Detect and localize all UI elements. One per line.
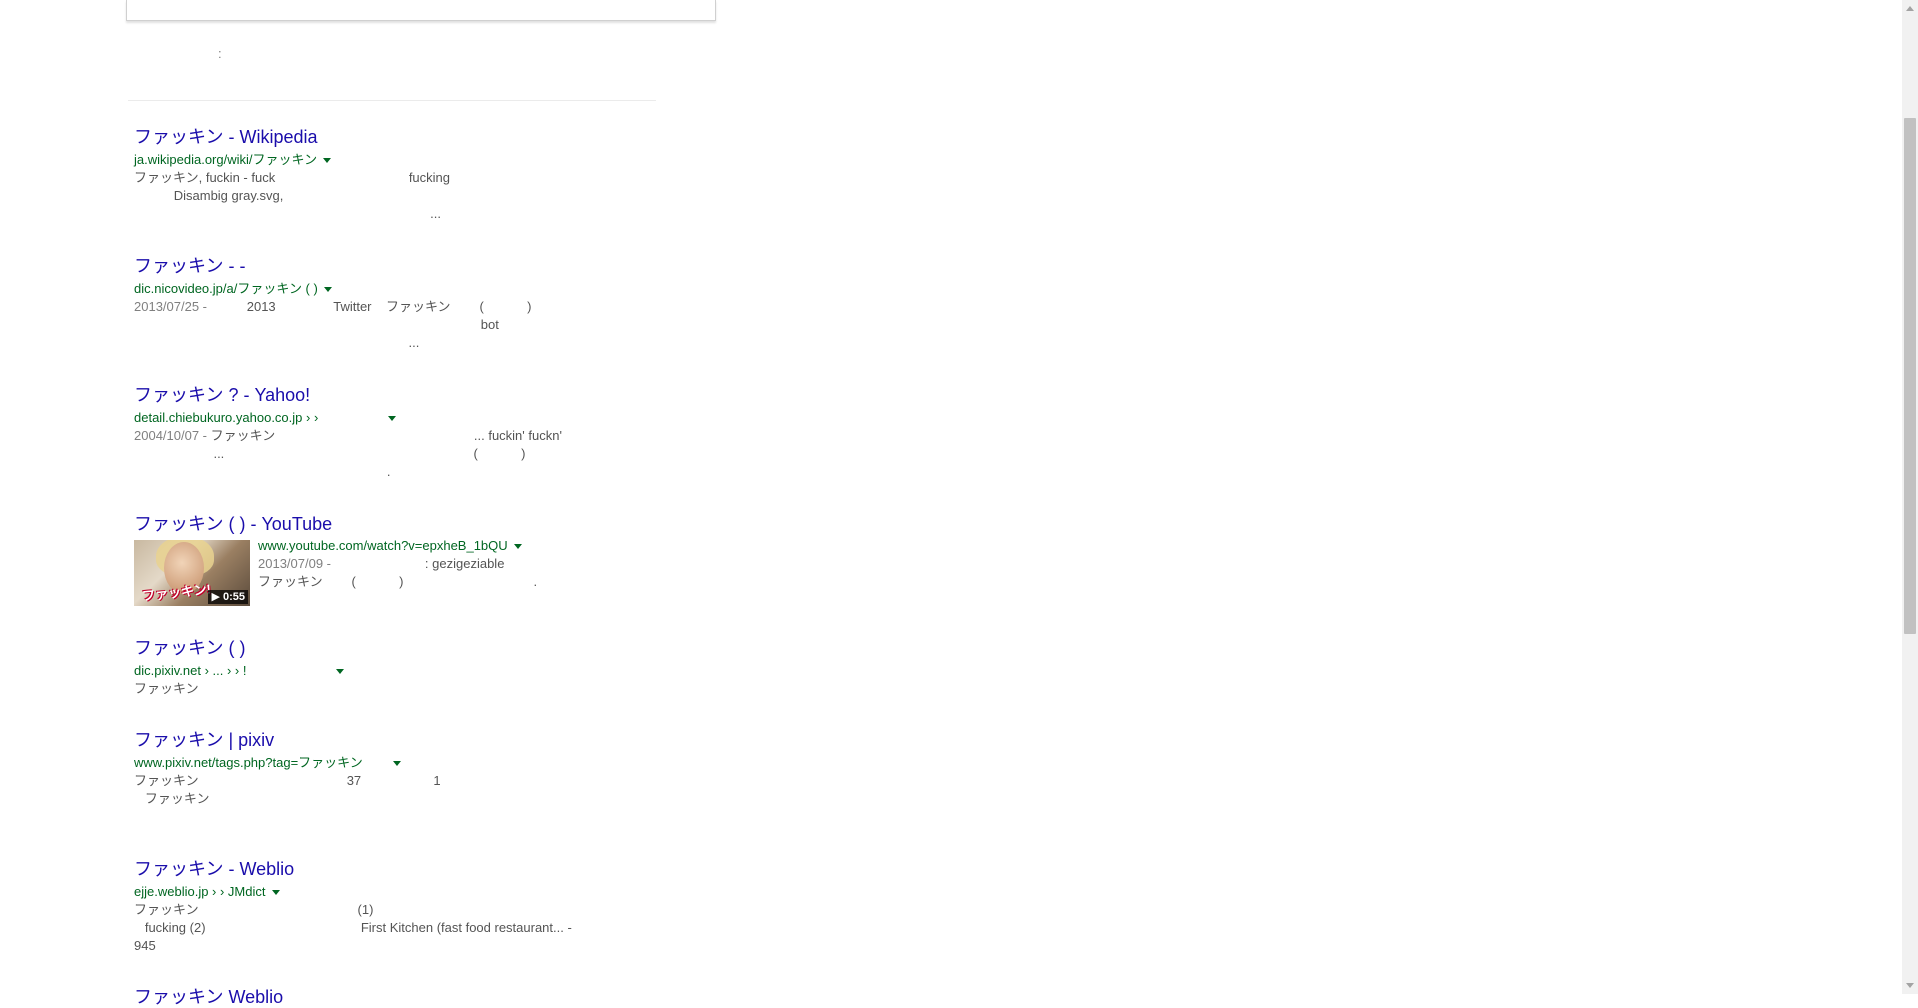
search-result: ファッキン - Weblio ejje.weblio.jp › › JMdict…: [134, 858, 654, 955]
search-result-video: ファッキン ( ) - YouTube ファッキン! ▶ 0:55 www.yo…: [134, 513, 654, 606]
result-snippet-line: ファッキン, fuckin - fuck fucking: [134, 170, 451, 185]
result-url: www.youtube.com/watch?v=epxheB_1bQU: [258, 537, 537, 555]
result-snippet-text: 2013 Twitter ファッキン ( ): [210, 299, 532, 314]
dropdown-arrow-icon[interactable]: [388, 416, 397, 422]
result-title-link[interactable]: ファッキン - Weblio: [134, 858, 654, 880]
result-url-text: dic.pixiv.net › ... › › !: [134, 663, 247, 678]
result-url-text: ejje.weblio.jp › › JMdict: [134, 884, 266, 899]
result-snippet-line: 2004/10/07 - ファッキン ... fuckin' fuckn': [134, 427, 654, 445]
dropdown-arrow-icon[interactable]: [513, 544, 522, 550]
result-title-link[interactable]: ファッキン Weblio: [134, 986, 654, 1008]
result-date: 2013/07/09 -: [258, 556, 335, 571]
result-snippet-line: ファッキン: [134, 681, 199, 696]
video-duration: ▶ 0:55: [208, 590, 248, 604]
result-url: dic.nicovideo.jp/a/ファッキン ( ): [134, 280, 654, 298]
search-result: ファッキン Weblio: [134, 986, 654, 1008]
result-snippet-line: .: [134, 464, 391, 479]
result-url: ja.wikipedia.org/wiki/ファッキン: [134, 151, 654, 169]
results-divider: [128, 100, 656, 101]
search-box-panel[interactable]: [126, 0, 716, 21]
result-url-text: www.youtube.com/watch?v=epxheB_1bQU: [258, 538, 508, 553]
search-result: ファッキン - - dic.nicovideo.jp/a/ファッキン ( ) 2…: [134, 255, 654, 352]
scrollbar-thumb[interactable]: [1904, 118, 1916, 634]
video-result-body: ファッキン! ▶ 0:55 www.youtube.com/watch?v=ep…: [134, 537, 654, 606]
search-result: ファッキン ( ) dic.pixiv.net › ... › › ! ファッキ…: [134, 637, 654, 698]
dropdown-arrow-icon[interactable]: [323, 287, 332, 293]
result-snippet-text: ファッキン ... fuckin' fuckn': [210, 428, 562, 443]
scroll-up-arrow-icon[interactable]: [1906, 6, 1914, 11]
scroll-down-arrow-icon[interactable]: [1906, 983, 1914, 988]
result-snippet-line: ... ( ): [134, 446, 526, 461]
result-snippet-line: 2013/07/09 - : gezigeziable: [258, 555, 537, 573]
result-snippet-line: ファッキン 37 1: [134, 773, 441, 788]
video-info: www.youtube.com/watch?v=epxheB_1bQU 2013…: [258, 537, 537, 606]
result-url: www.pixiv.net/tags.php?tag=ファッキン: [134, 754, 654, 772]
dropdown-arrow-icon[interactable]: [323, 158, 332, 164]
result-title-link[interactable]: ファッキン | pixiv: [134, 729, 654, 751]
thumbnail-caption: ファッキン!: [141, 581, 212, 604]
result-snippet-line: 945: [134, 938, 156, 953]
result-url-text: detail.chiebukuro.yahoo.co.jp › ›: [134, 410, 319, 425]
dropdown-arrow-icon[interactable]: [336, 669, 345, 675]
search-result: ファッキン ? - Yahoo! detail.chiebukuro.yahoo…: [134, 384, 654, 481]
result-date: 2013/07/25 -: [134, 299, 211, 314]
result-title-link[interactable]: ファッキン - -: [134, 255, 654, 277]
result-snippet-line: bot: [134, 317, 499, 332]
result-snippet-line: ...: [134, 335, 420, 350]
result-snippet-line: fucking (2) First Kitchen (fast food res…: [134, 920, 572, 935]
result-snippet-line: Disambig gray.svg,: [134, 188, 284, 203]
search-result: ファッキン - Wikipedia ja.wikipedia.org/wiki/…: [134, 126, 654, 223]
result-title-link[interactable]: ファッキン ( ) - YouTube: [134, 513, 654, 535]
result-snippet-text: : gezigeziable: [334, 556, 505, 571]
result-snippet-line: ファッキン: [134, 791, 210, 806]
video-thumbnail[interactable]: ファッキン! ▶ 0:55: [134, 540, 250, 606]
result-title-link[interactable]: ファッキン ? - Yahoo!: [134, 384, 654, 406]
result-url: ejje.weblio.jp › › JMdict: [134, 883, 654, 901]
vertical-scrollbar[interactable]: [1902, 0, 1918, 994]
result-title-link[interactable]: ファッキン ( ): [134, 637, 654, 659]
result-snippet-line: ...: [134, 206, 442, 221]
result-stats: :: [218, 46, 222, 61]
result-date: 2004/10/07 -: [134, 428, 211, 443]
result-url-text: www.pixiv.net/tags.php?tag=ファッキン: [134, 755, 363, 770]
result-url-text: dic.nicovideo.jp/a/ファッキン ( ): [134, 281, 318, 296]
result-url: dic.pixiv.net › ... › › !: [134, 662, 654, 680]
result-snippet-line: ファッキン (1): [134, 902, 374, 917]
result-url-text: ja.wikipedia.org/wiki/ファッキン: [134, 152, 318, 167]
result-snippet-line: ファッキン ( ) .: [258, 574, 538, 589]
result-url: detail.chiebukuro.yahoo.co.jp › ›: [134, 409, 654, 427]
dropdown-arrow-icon[interactable]: [271, 890, 280, 896]
dropdown-arrow-icon[interactable]: [392, 761, 401, 767]
result-title-link[interactable]: ファッキン - Wikipedia: [134, 126, 654, 148]
search-result: ファッキン | pixiv www.pixiv.net/tags.php?tag…: [134, 729, 654, 808]
result-snippet-line: 2013/07/25 - 2013 Twitter ファッキン ( ): [134, 298, 654, 316]
